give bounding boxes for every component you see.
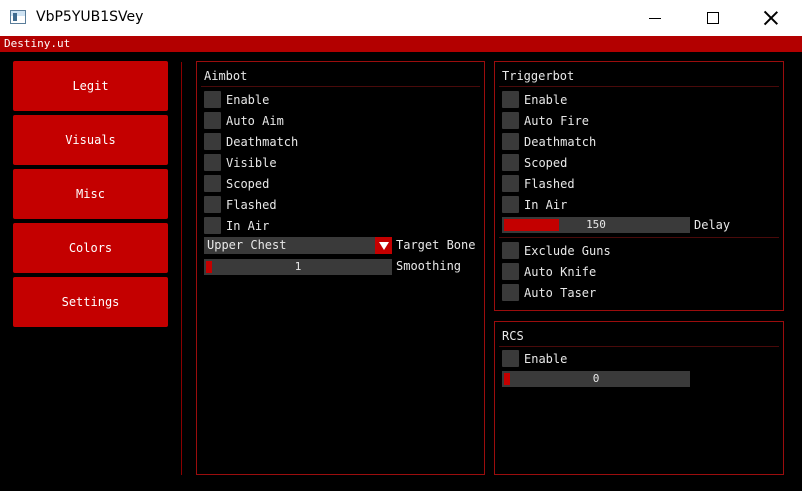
- checkbox-label: Scoped: [226, 176, 270, 191]
- trigger-enable-checkbox[interactable]: Enable: [502, 91, 567, 108]
- window-title-bar: VbP5YUB1SVey: [0, 0, 802, 36]
- trigger-flashed-checkbox[interactable]: Flashed: [502, 175, 575, 192]
- window-title: VbP5YUB1SVey: [36, 9, 144, 25]
- checkbox-box[interactable]: [502, 175, 519, 192]
- triggerbot-title: Triggerbot: [502, 69, 575, 83]
- aimbot-in-air-checkbox[interactable]: In Air: [204, 217, 269, 234]
- rcs-title-divider: [499, 346, 779, 347]
- checkbox-box[interactable]: [502, 196, 519, 213]
- delay-slider[interactable]: 150: [502, 217, 690, 233]
- nav-settings-button[interactable]: Settings: [13, 277, 168, 327]
- checkbox-label: Exclude Guns: [524, 243, 611, 258]
- close-button[interactable]: [748, 0, 794, 36]
- checkbox-box[interactable]: [204, 217, 221, 234]
- checkbox-label: Deathmatch: [524, 134, 597, 149]
- nav-legit-button[interactable]: Legit: [13, 61, 168, 111]
- maximize-icon: [707, 12, 719, 24]
- aimbot-scoped-checkbox[interactable]: Scoped: [204, 175, 269, 192]
- trigger-in-air-checkbox[interactable]: In Air: [502, 196, 567, 213]
- checkbox-box[interactable]: [502, 91, 519, 108]
- checkbox-box[interactable]: [502, 242, 519, 259]
- rcs-amount-value: 0: [592, 372, 600, 385]
- checkbox-box[interactable]: [204, 133, 221, 150]
- auto-taser-checkbox[interactable]: Auto Taser: [502, 284, 596, 301]
- close-icon: [764, 11, 778, 25]
- checkbox-label: Auto Fire: [524, 113, 590, 128]
- checkbox-box[interactable]: [204, 175, 221, 192]
- target-bone-label: Target Bone: [396, 238, 476, 252]
- trigger-scoped-checkbox[interactable]: Scoped: [502, 154, 567, 171]
- target-bone-dropdown[interactable]: Upper Chest: [204, 237, 392, 254]
- checkbox-label: Deathmatch: [226, 134, 299, 149]
- checkbox-label: Auto Taser: [524, 285, 597, 300]
- trigger-deathmatch-checkbox[interactable]: Deathmatch: [502, 133, 596, 150]
- checkbox-label: In Air: [524, 197, 568, 212]
- nav-visuals-button[interactable]: Visuals: [13, 115, 168, 165]
- aimbot-auto-aim-checkbox[interactable]: Auto Aim: [204, 112, 284, 129]
- menu-title-bar[interactable]: Destiny.ut: [0, 36, 802, 52]
- checkbox-label: Enable: [524, 92, 568, 107]
- smoothing-slider[interactable]: 1: [204, 259, 392, 275]
- checkbox-box[interactable]: [204, 154, 221, 171]
- checkbox-label: Flashed: [524, 176, 575, 191]
- checkbox-box[interactable]: [502, 284, 519, 301]
- aimbot-flashed-checkbox[interactable]: Flashed: [204, 196, 277, 213]
- checkbox-box[interactable]: [502, 112, 519, 129]
- aimbot-deathmatch-checkbox[interactable]: Deathmatch: [204, 133, 298, 150]
- checkbox-box[interactable]: [502, 154, 519, 171]
- dropdown-arrow-icon[interactable]: [375, 237, 392, 254]
- aimbot-enable-checkbox[interactable]: Enable: [204, 91, 269, 108]
- checkbox-label: Scoped: [524, 155, 568, 170]
- aimbot-panel: Aimbot Enable Auto Aim Deathmatch Visibl…: [196, 61, 485, 475]
- aimbot-title-divider: [201, 86, 480, 87]
- delay-label: Delay: [694, 218, 731, 232]
- checkbox-box[interactable]: [502, 133, 519, 150]
- triggerbot-panel: Triggerbot Enable Auto Fire Deathmatch S…: [494, 61, 784, 311]
- target-bone-value: Upper Chest: [207, 238, 287, 252]
- nav-divider: [181, 62, 182, 475]
- rcs-amount-slider[interactable]: 0: [502, 371, 690, 387]
- checkbox-box[interactable]: [204, 196, 221, 213]
- smoothing-label: Smoothing: [396, 259, 462, 273]
- smoothing-value: 1: [294, 260, 302, 273]
- rcs-title: RCS: [502, 329, 524, 343]
- minimize-button[interactable]: [632, 0, 678, 36]
- exclude-guns-checkbox[interactable]: Exclude Guns: [502, 242, 611, 259]
- checkbox-label: Auto Knife: [524, 264, 597, 279]
- checkbox-label: Visible: [226, 155, 277, 170]
- rcs-panel: RCS Enable 0: [494, 321, 784, 475]
- rcs-enable-checkbox[interactable]: Enable: [502, 350, 567, 367]
- nav-misc-button[interactable]: Misc: [13, 169, 168, 219]
- maximize-button[interactable]: [690, 0, 736, 36]
- auto-knife-checkbox[interactable]: Auto Knife: [502, 263, 596, 280]
- triggerbot-section-divider: [499, 237, 779, 238]
- checkbox-box[interactable]: [502, 350, 519, 367]
- app-window-icon: [10, 10, 26, 24]
- checkbox-label: Flashed: [226, 197, 277, 212]
- trigger-auto-fire-checkbox[interactable]: Auto Fire: [502, 112, 589, 129]
- triggerbot-title-divider: [499, 86, 779, 87]
- checkbox-box[interactable]: [502, 263, 519, 280]
- checkbox-box[interactable]: [204, 112, 221, 129]
- checkbox-label: Auto Aim: [226, 113, 284, 128]
- delay-value: 150: [586, 218, 606, 231]
- aimbot-visible-checkbox[interactable]: Visible: [204, 154, 277, 171]
- checkbox-label: Enable: [226, 92, 270, 107]
- aimbot-title: Aimbot: [204, 69, 248, 83]
- nav-colors-button[interactable]: Colors: [13, 223, 168, 273]
- checkbox-label: Enable: [524, 351, 568, 366]
- checkbox-box[interactable]: [204, 91, 221, 108]
- checkbox-label: In Air: [226, 218, 270, 233]
- minimize-icon: [649, 17, 661, 19]
